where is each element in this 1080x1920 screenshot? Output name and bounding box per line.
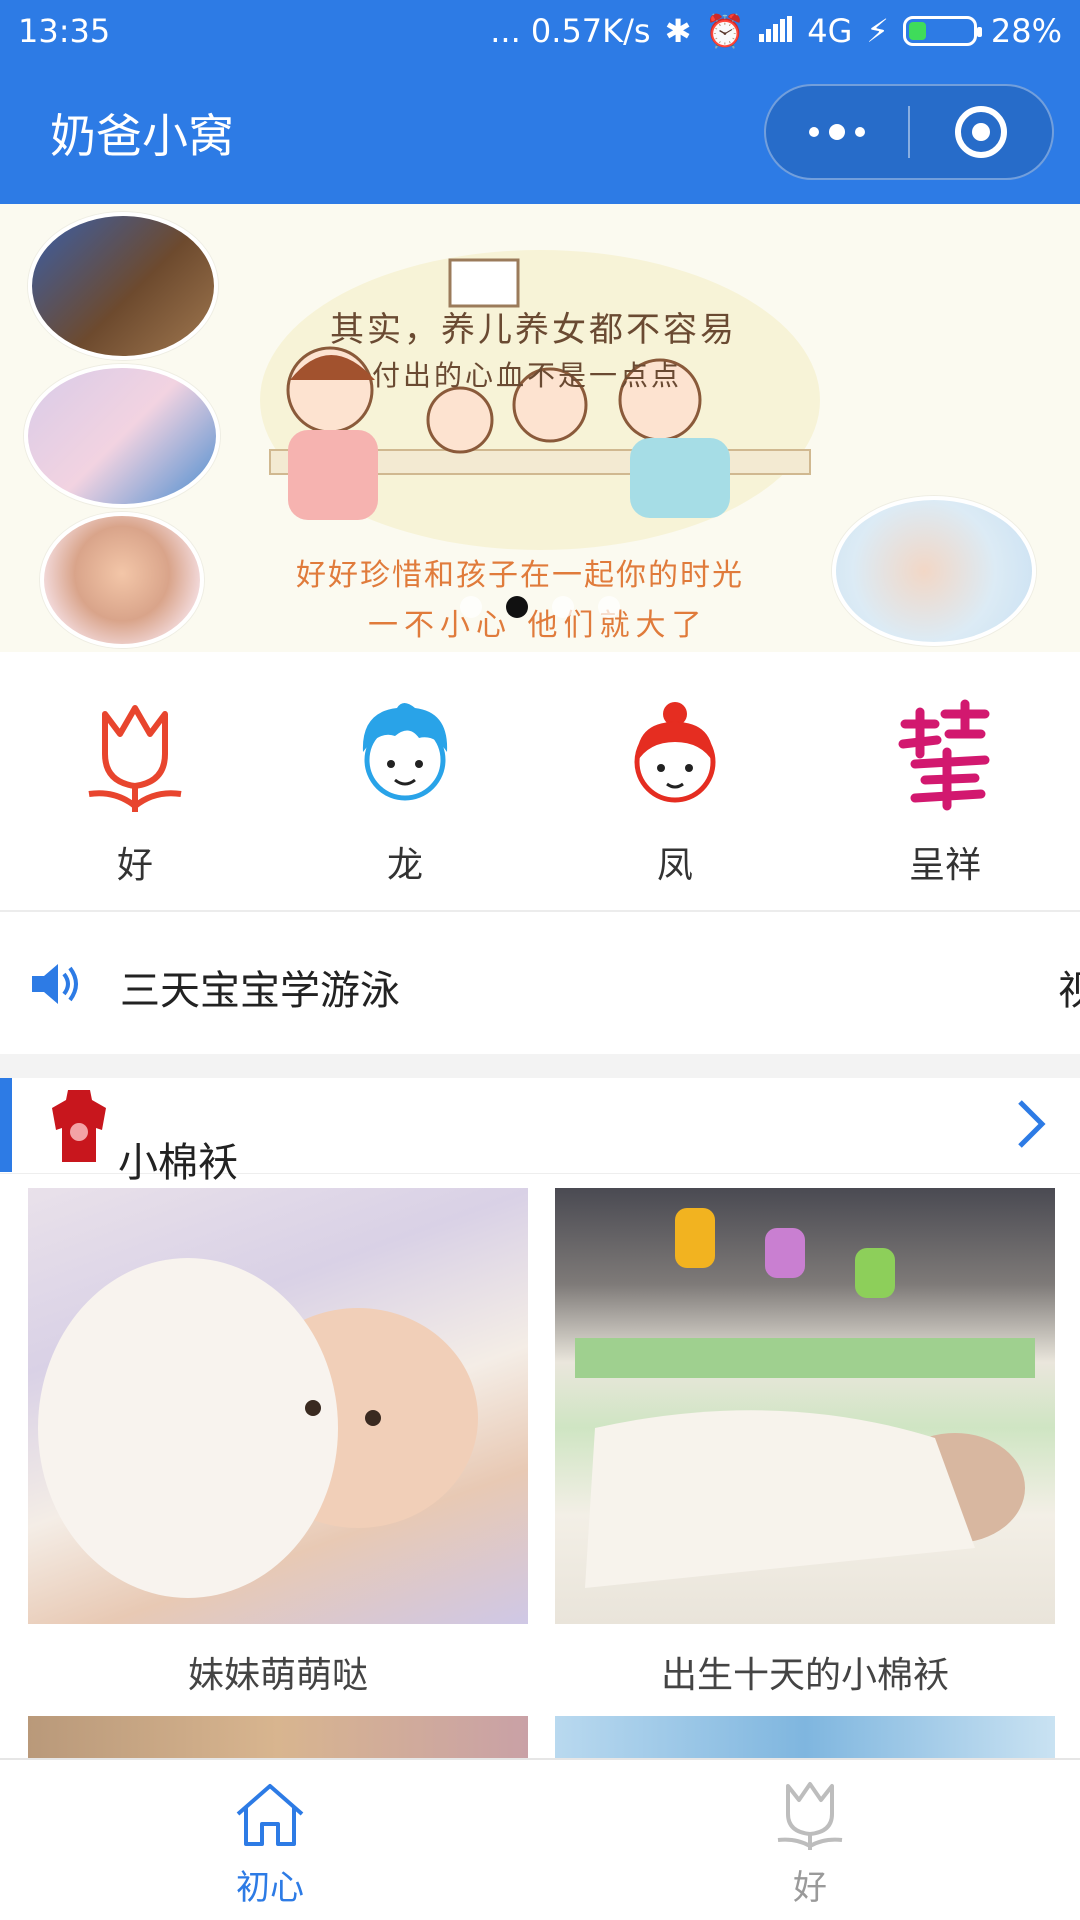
category-item-long[interactable]: 龙	[270, 652, 540, 910]
close-button[interactable]	[910, 86, 1052, 178]
section-accent-bar	[0, 1078, 12, 1172]
category-label: 好	[116, 845, 153, 886]
notice-text: 三天宝宝学游泳	[120, 968, 400, 1014]
banner-photo-boy-with-bear	[28, 212, 218, 360]
photo-card[interactable]: 出生十天的小棉袄	[555, 1188, 1055, 1698]
card-photo-baby-crib	[555, 1188, 1055, 1624]
banner-headline: 其实，养儿养女都不容易	[330, 310, 737, 350]
carousel-dot-active[interactable]	[506, 596, 528, 618]
category-grid: 好 龙 凤 呈祥	[0, 652, 1080, 912]
girl-face-icon	[615, 694, 735, 814]
banner-subline: 付出的心血不是一点点	[372, 359, 683, 392]
close-target-icon	[954, 106, 1007, 158]
category-label: 龙	[386, 845, 423, 886]
banner-photo-baby-walker	[24, 364, 220, 508]
bottom-tab-bar: 初心 好	[0, 1758, 1080, 1920]
auspicious-calligraphy-icon	[885, 694, 1005, 814]
photo-card-partial[interactable]	[555, 1716, 1055, 1758]
tab-home[interactable]: 初心	[0, 1760, 540, 1920]
status-indicators: ... 0.57K/s ✱ ⏰ 4G ⚡ 28%	[490, 12, 1062, 50]
category-item-hao[interactable]: 好	[0, 652, 270, 910]
tulip-icon	[75, 694, 195, 814]
boy-face-icon	[345, 694, 465, 814]
status-bar: 13:35 ... 0.57K/s ✱ ⏰ 4G ⚡ 28%	[0, 0, 1080, 62]
banner-photo-sleeping-baby	[832, 496, 1036, 646]
banner-photo-newborn	[40, 512, 204, 648]
network-type: 4G	[807, 12, 853, 50]
tab-label: 初心	[236, 1868, 304, 1908]
mini-program-capsule	[764, 84, 1054, 180]
home-icon	[232, 1780, 308, 1854]
section-header[interactable]: 小棉袄	[0, 1078, 1080, 1186]
status-time: 13:35	[18, 12, 111, 50]
photo-card-partial[interactable]	[28, 1716, 528, 1758]
tulip-icon	[772, 1780, 848, 1854]
more-button[interactable]	[766, 86, 908, 178]
alarm-icon: ⏰	[705, 12, 746, 50]
signal-icon	[759, 12, 793, 50]
tab-hao[interactable]: 好	[540, 1760, 1080, 1920]
carousel-dot[interactable]	[460, 596, 482, 618]
bluetooth-icon: ✱	[664, 12, 692, 50]
charging-icon: ⚡	[866, 12, 889, 50]
section-divider	[0, 1054, 1080, 1078]
card-caption: 出生十天的小棉袄	[660, 1655, 949, 1696]
card-caption: 妹妹萌萌哒	[187, 1655, 368, 1696]
banner-caption-line1: 好好珍惜和孩子在一起你的时光	[296, 558, 744, 593]
top-bar: 13:35 ... 0.57K/s ✱ ⏰ 4G ⚡ 28% 奶爸小窝	[0, 0, 1080, 204]
tab-label: 好	[793, 1868, 827, 1908]
category-item-chengxiang[interactable]: 呈祥	[810, 652, 1080, 910]
cotton-jacket-icon	[48, 1086, 110, 1170]
photo-card[interactable]: 妹妹萌萌哒	[28, 1188, 528, 1698]
page-title: 奶爸小窝	[50, 109, 234, 163]
carousel-indicator	[0, 596, 1080, 618]
card-photo-baby-bed	[28, 1188, 528, 1624]
chevron-right-icon[interactable]	[1014, 1098, 1048, 1154]
battery-icon	[902, 16, 982, 46]
category-item-feng[interactable]: 凤	[540, 652, 810, 910]
banner-carousel[interactable]: 其实，养儿养女都不容易 付出的心血不是一点点 好好珍惜和孩子在一起你的时光 一不…	[0, 204, 1080, 652]
notice-bar[interactable]: 三天宝宝学游泳 视	[0, 914, 1080, 1054]
carousel-dot[interactable]	[598, 596, 620, 618]
speaker-icon	[28, 956, 84, 1016]
more-dots-icon	[809, 124, 865, 140]
section-title: 小棉袄	[118, 1140, 238, 1186]
battery-percent: 28%	[990, 12, 1062, 50]
category-label: 呈祥	[908, 845, 981, 886]
net-speed: ... 0.57K/s	[490, 12, 651, 50]
notice-text-next: 视	[1058, 968, 1080, 1014]
carousel-dot[interactable]	[552, 596, 574, 618]
family-illustration	[260, 250, 820, 550]
category-label: 凤	[656, 845, 693, 886]
